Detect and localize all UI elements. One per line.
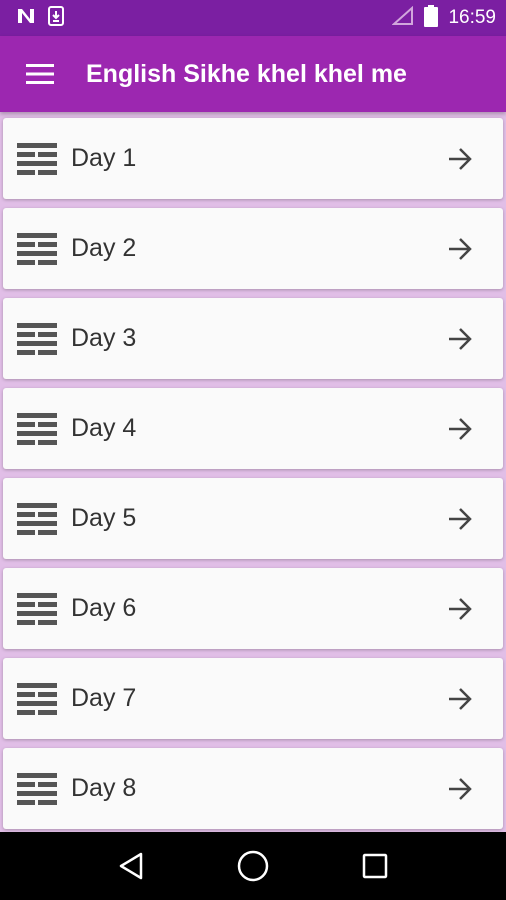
list-item-day-1[interactable]: Day 1 xyxy=(3,118,503,199)
status-left-icons xyxy=(0,5,64,31)
list-lines-icon xyxy=(17,682,57,715)
hamburger-menu-icon[interactable] xyxy=(0,36,80,112)
list-item-label: Day 3 xyxy=(71,324,137,352)
arrow-right-icon[interactable] xyxy=(445,144,475,174)
list-lines-icon xyxy=(17,232,57,265)
list-lines-icon xyxy=(17,592,57,625)
status-right-icons: 16:59 xyxy=(391,4,506,32)
list-item-label: Day 8 xyxy=(71,774,137,802)
list-item-day-4[interactable]: Day 4 xyxy=(3,388,503,469)
arrow-right-icon[interactable] xyxy=(445,594,475,624)
signal-icon xyxy=(391,5,414,31)
back-icon[interactable] xyxy=(111,846,151,886)
arrow-right-icon[interactable] xyxy=(445,504,475,534)
list-item-label: Day 6 xyxy=(71,594,137,622)
list-item-day-6[interactable]: Day 6 xyxy=(3,568,503,649)
list-item-label: Day 4 xyxy=(71,414,137,442)
arrow-right-icon[interactable] xyxy=(445,414,475,444)
list-item-label: Day 7 xyxy=(71,684,137,712)
day-list: Day 1 Day 2 Day 3 Day 4 Day 5 Day 6 Day … xyxy=(0,112,506,832)
list-lines-icon xyxy=(17,502,57,535)
battery-icon xyxy=(424,4,439,32)
arrow-right-icon[interactable] xyxy=(445,324,475,354)
list-lines-icon xyxy=(17,322,57,355)
list-item-label: Day 5 xyxy=(71,504,137,532)
home-icon[interactable] xyxy=(233,846,273,886)
clock: 16:59 xyxy=(448,7,496,28)
list-item-day-5[interactable]: Day 5 xyxy=(3,478,503,559)
list-lines-icon xyxy=(17,772,57,805)
navigation-bar xyxy=(0,832,506,900)
list-item-day-7[interactable]: Day 7 xyxy=(3,658,503,739)
recents-icon[interactable] xyxy=(355,846,395,886)
list-item-day-2[interactable]: Day 2 xyxy=(3,208,503,289)
arrow-right-icon[interactable] xyxy=(445,774,475,804)
arrow-right-icon[interactable] xyxy=(445,234,475,264)
list-item-label: Day 2 xyxy=(71,234,137,262)
app-bar: English Sikhe khel khel me xyxy=(0,36,506,112)
status-bar: 16:59 xyxy=(0,0,506,36)
list-item-day-8[interactable]: Day 8 xyxy=(3,748,503,829)
list-lines-icon xyxy=(17,412,57,445)
app-title: English Sikhe khel khel me xyxy=(86,59,407,88)
list-lines-icon xyxy=(17,142,57,175)
n-icon xyxy=(16,7,36,30)
download-icon xyxy=(48,5,64,31)
arrow-right-icon[interactable] xyxy=(445,684,475,714)
list-item-day-3[interactable]: Day 3 xyxy=(3,298,503,379)
list-item-label: Day 1 xyxy=(71,144,137,172)
